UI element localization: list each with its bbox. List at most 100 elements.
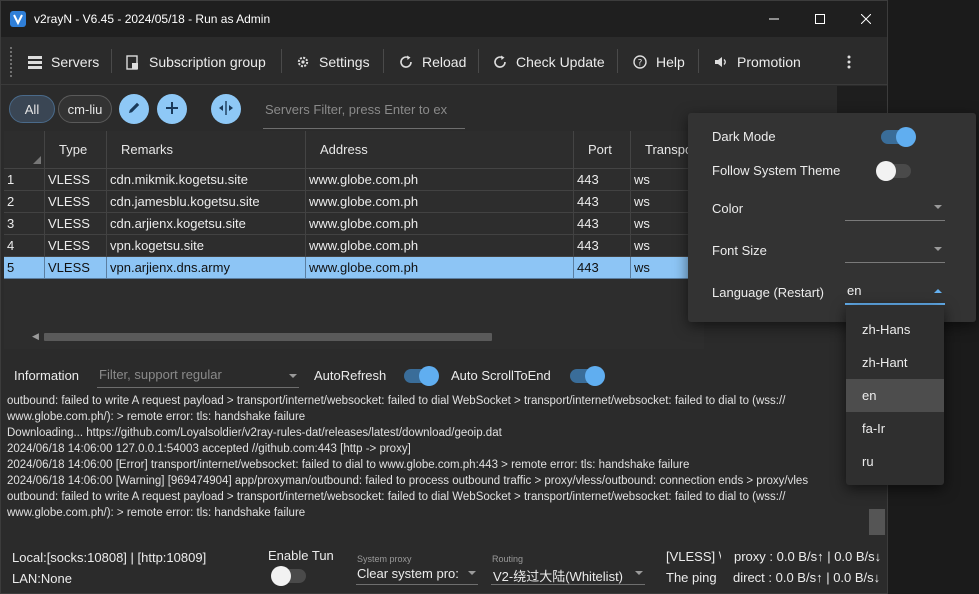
log-line: Downloading... https://github.com/Loyals… [7, 427, 502, 439]
chevron-down-icon[interactable] [289, 374, 297, 378]
toolbar-separator [617, 49, 618, 73]
log-line: 2024/06/18 14:06:00 127.0.0.1:54003 acce… [7, 443, 411, 455]
current-server-text: [VLESS] \ [666, 549, 721, 564]
table-row[interactable]: 3 VLESS cdn.arjienx.kogetsu.site www.globe.… [4, 213, 704, 235]
row-number-cell: 4 [4, 235, 45, 257]
more-vert-icon[interactable] [847, 47, 851, 77]
scroll-left-icon[interactable]: ◀ [32, 331, 39, 342]
log-line: 2024/06/18 14:06:00 [Warning] [969474904… [7, 475, 809, 487]
autorefresh-toggle[interactable] [404, 366, 439, 386]
select-all-corner[interactable] [4, 131, 45, 169]
proxy-speed-text: proxy : 0.0 B/s↑ | 0.0 B/s↓ [734, 549, 882, 564]
follow-system-theme-toggle[interactable] [876, 161, 911, 181]
subscription-group-label: Subscription group [149, 54, 266, 70]
horizontal-scrollbar[interactable] [44, 333, 492, 341]
language-option[interactable]: zh-Hans [846, 313, 944, 346]
add-group-button[interactable] [157, 94, 187, 124]
remarks-cell: vpn.arjienx.dns.army [107, 257, 306, 279]
theme-settings-panel: Dark Mode Follow System Theme Color Font… [688, 113, 976, 322]
type-cell: VLESS [45, 235, 107, 257]
autoscroll-toggle[interactable] [570, 366, 605, 386]
toolbar-separator [111, 49, 112, 73]
reload-button[interactable]: Reload [398, 47, 466, 77]
chip-cm-liu[interactable]: cm-liu [58, 95, 112, 123]
chip-all[interactable]: All [9, 95, 55, 123]
vertical-scrollbar[interactable] [869, 509, 885, 535]
minimize-icon[interactable] [751, 1, 797, 37]
servers-button[interactable]: Servers [27, 47, 99, 77]
edit-group-button[interactable] [119, 94, 149, 124]
routing-underline [491, 584, 645, 585]
column-header-port[interactable]: Port [574, 131, 631, 169]
language-select[interactable]: en [845, 279, 945, 305]
row-number-cell: 3 [4, 213, 45, 235]
subscription-group-button[interactable]: Subscription group [125, 47, 266, 77]
pencil-icon [128, 101, 141, 117]
servers-filter-input[interactable]: Servers Filter, press Enter to ex [263, 99, 465, 129]
information-bar: Information Filter, support regular Auto… [1, 361, 887, 391]
dark-mode-label: Dark Mode [712, 129, 776, 144]
local-ports-text: Local:[socks:10808] | [http:10809] [12, 550, 207, 565]
settings-button[interactable]: Settings [295, 47, 370, 77]
gear-icon [295, 54, 311, 70]
port-cell: 443 [574, 235, 631, 257]
table-row[interactable]: 4 VLESS vpn.kogetsu.site www.globe.com.ph 44… [4, 235, 704, 257]
language-option[interactable]: en [846, 379, 944, 412]
remarks-cell: cdn.mikmik.kogetsu.site [107, 169, 306, 191]
maximize-icon[interactable] [797, 1, 843, 37]
column-header-remarks[interactable]: Remarks [107, 131, 306, 169]
toolbar-separator [281, 49, 282, 73]
language-dropdown: zh-Hans zh-Hant en fa-Ir ru [846, 305, 944, 485]
chevron-down-icon [934, 205, 942, 209]
move-server-button[interactable] [211, 94, 241, 124]
log-filter-input[interactable]: Filter, support regular [97, 364, 299, 388]
language-option[interactable]: ru [846, 445, 944, 478]
information-label: Information [14, 368, 80, 383]
help-button[interactable]: ? Help [632, 47, 685, 77]
row-number-cell: 1 [4, 169, 45, 191]
address-cell: www.globe.com.ph [306, 235, 574, 257]
plus-icon [166, 101, 178, 117]
reload-icon [398, 54, 414, 70]
table-row[interactable]: 2 VLESS cdn.jamesblu.kogetsu.site www.globe… [4, 191, 704, 213]
servers-label: Servers [51, 54, 100, 70]
chevron-up-icon [934, 289, 942, 293]
language-option[interactable]: fa-Ir [846, 412, 944, 445]
language-option[interactable]: zh-Hant [846, 346, 944, 379]
promotion-label: Promotion [737, 54, 801, 70]
log-line: 2024/06/18 14:06:00 [Error] transport/in… [7, 459, 690, 471]
check-update-button[interactable]: Check Update [492, 47, 605, 77]
toolbar-grip [10, 47, 12, 77]
enable-tun-toggle[interactable] [271, 566, 306, 586]
autoscroll-label: Auto ScrollToEnd [451, 368, 551, 383]
toolbar-separator [383, 49, 384, 73]
address-cell: www.globe.com.ph [306, 257, 574, 279]
routing-label: Routing [492, 554, 524, 564]
system-proxy-select[interactable]: Clear system pro: [357, 566, 459, 581]
table-row[interactable]: 1 VLESS cdn.mikmik.kogetsu.site www.globe.c… [4, 169, 704, 191]
chevron-down-icon [934, 247, 942, 251]
dark-mode-toggle[interactable] [881, 127, 916, 147]
port-cell: 443 [574, 257, 631, 279]
chevron-down-icon[interactable] [635, 571, 643, 575]
column-header-address[interactable]: Address [306, 131, 574, 169]
routing-select[interactable]: V2-绕过大陆(Whitelist) [493, 566, 623, 585]
ping-text: The ping [666, 570, 717, 585]
address-cell: www.globe.com.ph [306, 191, 574, 213]
column-header-type[interactable]: Type [45, 131, 107, 169]
chevron-down-icon[interactable] [468, 571, 476, 575]
color-select[interactable] [845, 195, 945, 221]
font-size-select[interactable] [845, 237, 945, 263]
promotion-button[interactable]: Promotion [713, 47, 801, 77]
update-icon [492, 54, 508, 70]
type-cell: VLESS [45, 169, 107, 191]
table-row[interactable]: 5 VLESS vpn.arjienx.dns.army www.globe.com.… [4, 257, 704, 279]
check-update-label: Check Update [516, 54, 605, 70]
log-output: outbound: failed to write A request payl… [1, 391, 871, 536]
log-line: outbound: failed to write A request payl… [7, 491, 786, 503]
remarks-cell: cdn.jamesblu.kogetsu.site [107, 191, 306, 213]
log-line: www.globe.com.ph/): > remote error: tls:… [7, 411, 306, 423]
svg-text:?: ? [638, 59, 643, 69]
split-arrows-icon [219, 100, 233, 118]
close-icon[interactable] [843, 1, 887, 37]
